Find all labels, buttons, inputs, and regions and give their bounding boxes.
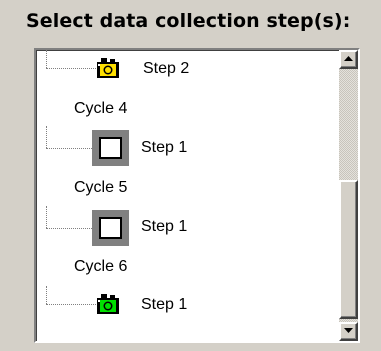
tree-line bbox=[46, 206, 47, 228]
tree-item-cycle[interactable]: Cycle 5 bbox=[74, 179, 127, 197]
camera-icon bbox=[96, 293, 120, 320]
empty-square-icon bbox=[92, 130, 129, 171]
tree-line bbox=[46, 286, 47, 304]
scroll-down-button[interactable] bbox=[339, 322, 358, 341]
tree-item-cycle[interactable]: Cycle 4 bbox=[74, 100, 127, 118]
camera-icon bbox=[96, 57, 120, 84]
tree-item-cycle[interactable]: Cycle 6 bbox=[74, 258, 127, 276]
tree-content: Step 2 Cycle 4 Step 1 Cycle 5 Step 1 Cyc… bbox=[36, 50, 314, 341]
step-tree[interactable]: Step 2 Cycle 4 Step 1 Cycle 5 Step 1 Cyc… bbox=[34, 48, 360, 343]
tree-item-label: Step 1 bbox=[141, 139, 188, 156]
tree-line bbox=[46, 228, 92, 229]
tree-line bbox=[46, 68, 96, 69]
tree-line bbox=[46, 148, 92, 149]
scroll-thumb[interactable] bbox=[339, 180, 358, 319]
vertical-scrollbar[interactable] bbox=[339, 50, 358, 341]
empty-square-icon bbox=[92, 210, 129, 251]
scroll-up-button[interactable] bbox=[339, 50, 358, 69]
tree-line bbox=[46, 126, 47, 148]
tree-item-label: Step 1 bbox=[141, 218, 188, 235]
tree-item-label: Step 1 bbox=[141, 296, 188, 313]
tree-line bbox=[46, 50, 47, 68]
tree-item-label: Step 2 bbox=[143, 60, 190, 77]
section-heading: Select data collection step(s): bbox=[26, 10, 351, 32]
tree-line bbox=[46, 304, 96, 305]
